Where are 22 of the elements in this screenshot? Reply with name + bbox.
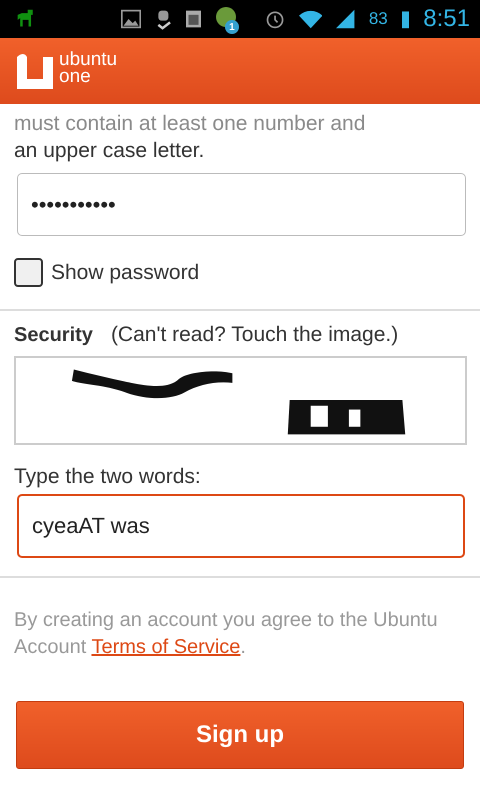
field-label: Type the two words: xyxy=(14,465,202,489)
hint-text: an upper case letter. xyxy=(14,138,206,164)
terms-text: By creating an account you agree to the Ubuntu Account Terms of Service. xyxy=(14,608,439,660)
signal-icon xyxy=(336,8,355,30)
calendar-icon xyxy=(186,9,201,29)
clock: 8:51 xyxy=(423,5,470,33)
hint-text: must contain at least one number and xyxy=(14,111,366,137)
battery-level: 83 xyxy=(368,9,388,29)
logo-text: ubuntu xyxy=(59,51,118,68)
image-icon xyxy=(121,8,142,30)
logo-text: one xyxy=(59,68,92,85)
section-label: Security xyxy=(14,324,93,347)
captcha-answer-field[interactable]: cyeaAT was xyxy=(17,494,465,558)
wifi-icon xyxy=(298,8,322,30)
password-field[interactable]: ••••••••••• xyxy=(17,173,466,236)
checkbox-label: Show password xyxy=(51,260,200,284)
sign-up-button[interactable]: Sign up xyxy=(16,701,464,769)
notification-badge: 1 xyxy=(224,20,239,34)
show-password-checkbox[interactable] xyxy=(14,258,43,287)
captcha-hint: (Can't read? Touch the image.) xyxy=(110,323,398,347)
terms-link[interactable]: Terms of Service xyxy=(91,636,240,658)
logo-icon xyxy=(17,53,53,89)
